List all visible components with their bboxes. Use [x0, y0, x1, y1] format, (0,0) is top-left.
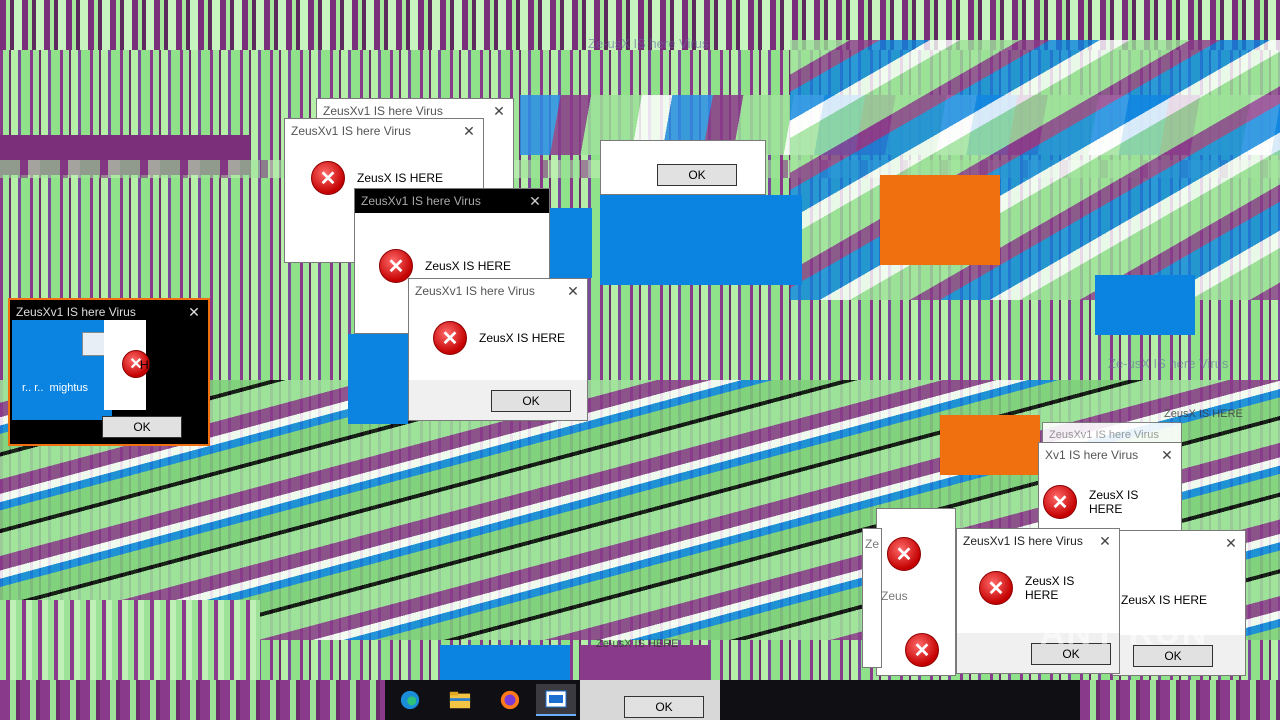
- ok-button[interactable]: OK: [491, 390, 571, 412]
- error-icon: ✕: [1043, 485, 1077, 519]
- error-dialog: ✕ ZeusX IS HERE OK: [1112, 530, 1246, 676]
- dialog-message: ZeusX IS HERE: [479, 331, 566, 345]
- close-icon[interactable]: ✕: [1223, 535, 1239, 551]
- close-icon[interactable]: ✕: [1159, 447, 1175, 463]
- error-dialog: ZeusXv1 IS here Virus ✕ ✕ ZeusX IS HERE O…: [408, 278, 588, 421]
- glitch-message-text: ZeusX IS HERE: [1164, 408, 1243, 420]
- glitch-dialog-title: Ze-usX IS here Virus: [1108, 356, 1229, 371]
- dialog-title: ZeusXv1 IS here Virus: [963, 534, 1083, 548]
- dialog-message: Zeus: [881, 589, 908, 603]
- dialog-message: Ze: [865, 537, 880, 551]
- ok-dialog-fragment: OK: [600, 140, 766, 195]
- glitch-dialog-title: Ze-usX IS here Virus: [588, 36, 709, 51]
- taskbar-ok-fragment: OK: [580, 680, 720, 720]
- dialog-title: ZeusXv1 IS here Virus: [16, 305, 136, 319]
- window-fragment-blue: [600, 195, 802, 285]
- taskbar-glitch-region: [0, 680, 385, 720]
- dialog-body-fragment: ✕ HERE: [104, 320, 173, 410]
- glitch-band: [1095, 275, 1195, 335]
- dialog-message: ZeusX IS HERE: [1089, 488, 1139, 516]
- dialog-message: ZeusX IS HERE: [357, 171, 444, 185]
- close-icon[interactable]: ✕: [491, 103, 507, 119]
- error-dialog: ✕ Zeus ✕: [876, 508, 956, 676]
- dialog-title: ZeusXv1 IS here Virus: [361, 194, 481, 208]
- window-fragment-blue: [348, 334, 408, 424]
- glitch-band: [940, 415, 1040, 475]
- file-explorer-icon[interactable]: [440, 684, 480, 716]
- close-icon[interactable]: ✕: [565, 283, 581, 299]
- error-icon: ✕: [979, 571, 1013, 605]
- glitch-band: [580, 645, 710, 680]
- close-icon[interactable]: ✕: [186, 304, 202, 320]
- window-fragment-blue: r.. r.. mightus: [12, 320, 112, 420]
- edge-icon[interactable]: [390, 684, 430, 716]
- desktop-item-label: r.. r.. mightus: [22, 382, 89, 394]
- glitch-band: [880, 175, 1000, 265]
- dialog-title: Xv1 IS here Virus: [1045, 448, 1139, 462]
- error-icon: ✕: [433, 321, 467, 355]
- glitch-band: [790, 40, 1280, 300]
- dialog-message: ZeusX IS HERE: [1121, 593, 1208, 607]
- dialog-message: ZeusX IS HERE: [1025, 574, 1075, 602]
- dialog-title: ZeusXv1 IS here Virus: [291, 124, 411, 138]
- ok-button[interactable]: OK: [657, 164, 737, 186]
- glitch-band: [0, 600, 260, 680]
- error-dialog: Ze: [862, 528, 882, 668]
- anyrun-watermark: ANY RUN: [1040, 614, 1209, 652]
- close-icon[interactable]: ✕: [461, 123, 477, 139]
- dialog-title: ZeusXv1 IS here Virus: [1049, 429, 1159, 441]
- error-dialog: ZeusXv1 IS here Virus ✕ r.. r.. mightus ✕…: [8, 298, 210, 446]
- dialog-title: ZeusXv1 IS here Virus: [415, 284, 535, 298]
- dialog-message: ZeusX IS HERE: [425, 259, 512, 273]
- ok-button[interactable]: OK: [624, 696, 704, 718]
- app-window-icon[interactable]: [536, 684, 576, 716]
- taskbar: OK: [0, 680, 1280, 720]
- error-icon: ✕: [311, 161, 345, 195]
- error-icon: ✕: [905, 633, 939, 667]
- dialog-message: HERE: [140, 358, 174, 372]
- taskbar-glitch-region: [1080, 680, 1280, 720]
- glitch-band: [440, 645, 570, 680]
- firefox-icon[interactable]: [490, 684, 530, 716]
- error-icon: ✕: [887, 537, 921, 571]
- dialog-title: ZeusXv1 IS here Virus: [323, 104, 443, 118]
- ok-button[interactable]: OK: [102, 416, 182, 438]
- window-fragment-blue: [550, 208, 592, 278]
- glitch-message-text: Ze-usX IS HERE: [596, 638, 679, 650]
- dialog-footer: OK: [409, 380, 587, 420]
- close-icon[interactable]: ✕: [1097, 533, 1113, 549]
- close-icon[interactable]: ✕: [527, 193, 543, 209]
